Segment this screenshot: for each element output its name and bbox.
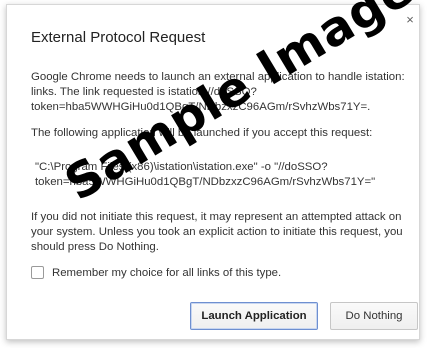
remember-choice-checkbox[interactable] <box>31 266 44 279</box>
launch-application-button[interactable]: Launch Application <box>190 302 318 330</box>
close-icon[interactable]: × <box>403 13 417 27</box>
do-nothing-button[interactable]: Do Nothing <box>330 302 418 330</box>
remember-choice-row[interactable]: Remember my choice for all links of this… <box>31 266 281 279</box>
application-intro-text: The following application will be launch… <box>31 127 373 139</box>
application-command-text: "C:\Program Files (x86)\istation\istatio… <box>35 161 376 188</box>
warning-text: If you did not initiate this request, it… <box>31 211 403 253</box>
dialog-title: External Protocol Request <box>31 29 206 46</box>
remember-choice-label[interactable]: Remember my choice for all links of this… <box>52 267 281 279</box>
description-text: Google Chrome needs to launch an externa… <box>31 71 405 113</box>
external-protocol-dialog: × External Protocol Request Google Chrom… <box>6 4 420 340</box>
